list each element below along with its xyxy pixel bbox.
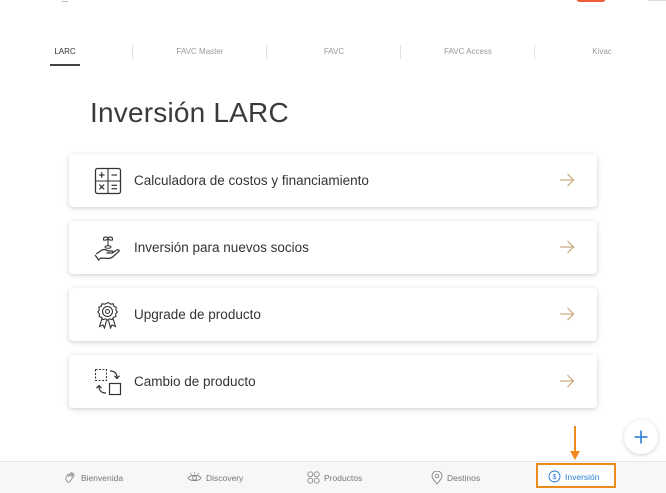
add-button[interactable] — [624, 420, 658, 454]
swap-frame-icon — [94, 368, 122, 396]
calculator-icon — [94, 167, 122, 195]
map-pin-icon — [431, 470, 443, 485]
arrow-right-icon — [560, 240, 575, 254]
eye-icon — [187, 472, 202, 482]
card-label: Upgrade de producto — [134, 307, 261, 322]
tab-favc-access[interactable]: FAVC Access — [428, 40, 508, 64]
nav-label: Inversión — [565, 471, 600, 482]
top-residual-mark — [62, 0, 68, 2]
nav-item-discovery[interactable]: Discovery — [187, 462, 243, 493]
card-cambio-producto[interactable]: Cambio de producto — [69, 355, 597, 408]
tab-kivac[interactable]: Kivac — [580, 40, 624, 64]
card-label: Inversión para nuevos socios — [134, 240, 309, 255]
active-tab-indicator — [50, 64, 80, 66]
nav-item-destinos[interactable]: Destinos — [431, 462, 480, 493]
grid-icon — [307, 471, 320, 484]
tab-separator — [266, 45, 267, 59]
dollar-circle-icon: $ — [548, 470, 561, 483]
nav-label: Discovery — [206, 472, 244, 483]
card-upgrade-producto[interactable]: Upgrade de producto — [69, 288, 597, 341]
nav-label: Productos — [324, 472, 363, 483]
plus-icon — [634, 430, 648, 444]
nav-item-bienvenida[interactable]: Bienvenida — [64, 462, 123, 493]
top-notification-badge — [576, 0, 606, 2]
tab-larc[interactable]: LARC — [44, 40, 86, 64]
annotation-arrow — [570, 426, 580, 460]
page-title: Inversión LARC — [90, 97, 289, 128]
nav-item-productos[interactable]: Productos — [307, 462, 362, 493]
top-divider — [648, 0, 666, 1]
card-inversion-nuevos-socios[interactable]: Inversión para nuevos socios — [69, 221, 597, 274]
arrow-right-icon — [560, 307, 575, 321]
svg-text:$: $ — [553, 474, 557, 481]
tab-favc-master[interactable]: FAVC Master — [160, 40, 240, 64]
hand-wave-icon — [65, 472, 75, 483]
tab-separator — [400, 45, 401, 59]
award-ribbon-icon — [97, 301, 118, 329]
hand-sprout-icon — [94, 236, 120, 261]
card-calculadora[interactable]: Calculadora de costos y financiamiento — [69, 154, 597, 207]
card-label: Cambio de producto — [134, 374, 256, 389]
product-tabs: LARC FAVC Master FAVC FAVC Access Kivac — [0, 40, 666, 66]
arrow-right-icon — [560, 374, 575, 388]
nav-label: Destinos — [447, 472, 481, 483]
nav-label: Bienvenida — [81, 472, 124, 483]
arrow-right-icon — [560, 173, 575, 187]
tab-favc[interactable]: FAVC — [300, 40, 368, 64]
tab-separator — [534, 45, 535, 59]
tab-separator — [132, 45, 133, 59]
card-label: Calculadora de costos y financiamiento — [134, 173, 369, 188]
nav-item-inversion[interactable]: $ Inversión — [548, 461, 600, 492]
